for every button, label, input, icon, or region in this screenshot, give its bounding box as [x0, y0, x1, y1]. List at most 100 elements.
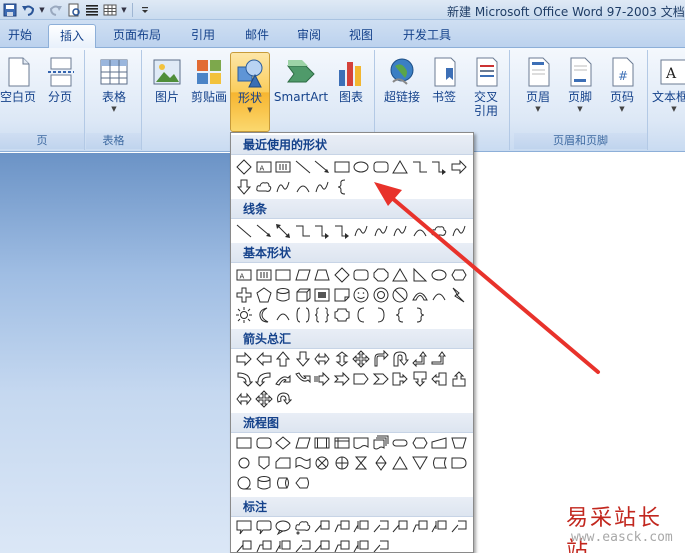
leftarrow-shape-icon[interactable]: [255, 349, 275, 369]
downarrow-shape-icon[interactable]: [235, 177, 255, 197]
trapezoid-shape-icon[interactable]: [313, 265, 333, 285]
textbox-shape-icon[interactable]: A: [235, 265, 255, 285]
chart-button[interactable]: 图表: [329, 52, 373, 130]
rtriangle-shape-icon[interactable]: [411, 265, 431, 285]
leftcallout-shape-icon[interactable]: [430, 369, 450, 389]
linecallout-shape-icon[interactable]: [313, 537, 333, 552]
terminator-shape-icon[interactable]: [391, 433, 411, 453]
vtextbox-shape-icon[interactable]: [274, 157, 294, 177]
curvedleft-shape-icon[interactable]: [254, 369, 275, 389]
page-break-button[interactable]: 分页: [38, 52, 82, 130]
lbrace-shape-icon[interactable]: [391, 305, 411, 325]
tab-page-layout[interactable]: 页面布局: [104, 24, 170, 48]
footer-button[interactable]: 页脚 ▼: [558, 52, 602, 130]
page-number-button[interactable]: # 页码 ▼: [600, 52, 644, 130]
elbow-shape-icon[interactable]: [294, 221, 314, 241]
roundrect-shape-icon[interactable]: [372, 157, 392, 177]
cross-shape-icon[interactable]: [235, 285, 255, 305]
curve-shape-icon[interactable]: [274, 177, 294, 197]
arc-shape-icon[interactable]: [411, 221, 431, 241]
merge-shape-icon[interactable]: [411, 453, 431, 473]
rightcallout-shape-icon[interactable]: [391, 369, 411, 389]
tab-developer[interactable]: 开发工具: [392, 24, 462, 48]
ovalcallout-shape-icon[interactable]: [274, 517, 294, 537]
tab-view[interactable]: 视图: [338, 24, 384, 48]
oval-shape-icon[interactable]: [352, 157, 372, 177]
document-shape-icon[interactable]: [352, 433, 372, 453]
bookmark-button[interactable]: 书签: [422, 52, 466, 130]
blank-page-button[interactable]: 空白页: [0, 52, 40, 130]
curve-shape-icon[interactable]: [313, 177, 333, 197]
undo-dropdown-icon[interactable]: ▼: [38, 6, 46, 14]
internal-shape-icon[interactable]: [333, 433, 353, 453]
storeddata-shape-icon[interactable]: [430, 453, 450, 473]
linecallout3-shape-icon[interactable]: [274, 537, 294, 552]
altprocess-shape-icon[interactable]: [255, 433, 275, 453]
linecallout4-shape-icon[interactable]: [450, 517, 470, 537]
magdisk-shape-icon[interactable]: [255, 473, 275, 493]
bentuparrow-shape-icon[interactable]: [430, 349, 450, 369]
lrarrow-shape-icon[interactable]: [235, 389, 255, 409]
linecallout4-shape-icon[interactable]: [294, 537, 314, 552]
smartart-button[interactable]: SmartArt: [273, 52, 329, 130]
chevron-shape-icon[interactable]: [372, 369, 392, 389]
cloud-shape-icon[interactable]: [430, 221, 450, 241]
dblbracket-shape-icon[interactable]: [294, 305, 314, 325]
redo-icon[interactable]: [48, 2, 64, 18]
shapes-button[interactable]: 形状 ▼: [230, 52, 270, 132]
extract-shape-icon[interactable]: [391, 453, 411, 473]
linecallout2-shape-icon[interactable]: [255, 537, 275, 552]
cloud-shape-icon[interactable]: [255, 177, 275, 197]
linecallout4-shape-icon[interactable]: [372, 537, 392, 552]
undo-icon[interactable]: [20, 2, 36, 18]
rbrace-shape-icon[interactable]: [411, 305, 431, 325]
notchedright-shape-icon[interactable]: [333, 369, 353, 389]
dblbrace-shape-icon[interactable]: [313, 305, 333, 325]
preparation-shape-icon[interactable]: [411, 433, 431, 453]
tab-review[interactable]: 审阅: [286, 24, 332, 48]
lightning-shape-icon[interactable]: [450, 285, 470, 305]
elbow-shape-icon[interactable]: [411, 157, 431, 177]
rect-shape-icon[interactable]: [333, 157, 353, 177]
linecallout3-shape-icon[interactable]: [430, 517, 450, 537]
tab-home[interactable]: 开始: [0, 24, 40, 48]
seqaccess-shape-icon[interactable]: [235, 473, 255, 493]
stripedright-shape-icon[interactable]: [313, 369, 333, 389]
nosymbol-shape-icon[interactable]: [391, 285, 411, 305]
cube-shape-icon[interactable]: [294, 285, 314, 305]
customize-icon[interactable]: [137, 2, 153, 18]
offpage-shape-icon[interactable]: [255, 453, 275, 473]
align-icon[interactable]: [84, 2, 100, 18]
collate-shape-icon[interactable]: [352, 453, 372, 473]
quadarrow-shape-icon[interactable]: [352, 349, 372, 369]
can-shape-icon[interactable]: [274, 285, 294, 305]
elbowarrow-shape-icon[interactable]: [333, 221, 353, 241]
diamond-shape-icon[interactable]: [235, 157, 255, 177]
table-button[interactable]: 表格 ▼: [92, 52, 136, 130]
downarrow-shape-icon[interactable]: [294, 349, 314, 369]
dblarrow-shape-icon[interactable]: [274, 221, 294, 241]
picture-button[interactable]: 图片: [145, 52, 189, 130]
bevel-shape-icon[interactable]: [313, 285, 333, 305]
circarrow-shape-icon[interactable]: [274, 389, 294, 409]
linecallout2-shape-icon[interactable]: [333, 517, 353, 537]
moon-shape-icon[interactable]: [255, 305, 275, 325]
arc-shape-icon[interactable]: [430, 285, 450, 305]
linecallout3-shape-icon[interactable]: [352, 537, 372, 552]
curvedright-shape-icon[interactable]: [235, 369, 255, 389]
linecallout4-shape-icon[interactable]: [372, 517, 392, 537]
tab-insert[interactable]: 插入: [48, 24, 96, 48]
oval-shape-icon[interactable]: [430, 265, 450, 285]
cloudcallout-shape-icon[interactable]: [294, 517, 314, 537]
text-box-button[interactable]: A 文本框 ▼: [652, 52, 685, 130]
tab-references[interactable]: 引用: [180, 24, 226, 48]
rightarrow-shape-icon[interactable]: [235, 349, 255, 369]
vtextbox-shape-icon[interactable]: [255, 265, 275, 285]
curvedup-shape-icon[interactable]: [274, 369, 294, 389]
print-preview-icon[interactable]: [66, 2, 82, 18]
card-shape-icon[interactable]: [274, 453, 294, 473]
uparrow-shape-icon[interactable]: [274, 349, 294, 369]
header-button[interactable]: 页眉 ▼: [516, 52, 560, 130]
curve-shape-icon[interactable]: [450, 221, 470, 241]
roundrect-shape-icon[interactable]: [352, 265, 372, 285]
